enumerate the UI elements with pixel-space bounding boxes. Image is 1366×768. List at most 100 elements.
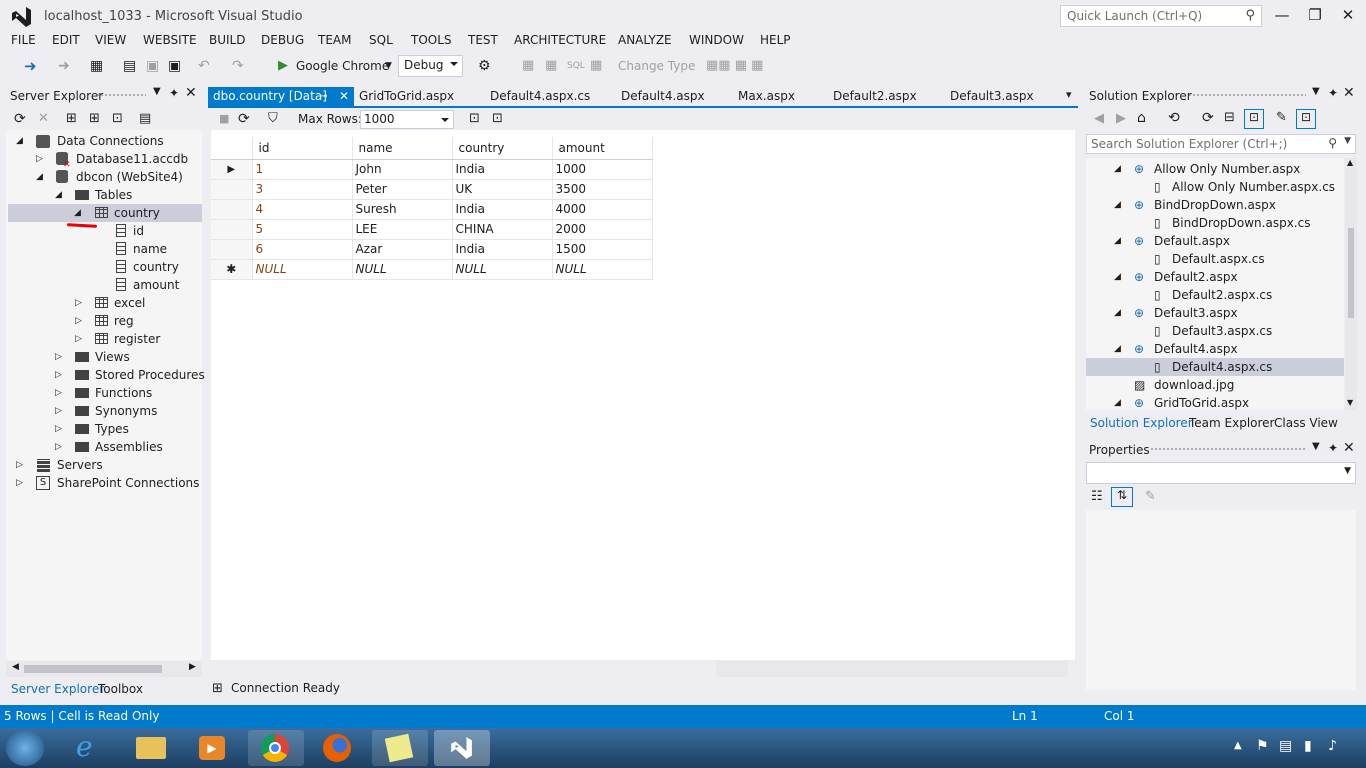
volume-muted-icon[interactable]: ♪ xyxy=(1328,738,1337,754)
tab-gridtogrid[interactable]: GridToGrid.aspx xyxy=(354,87,454,106)
tab-max[interactable]: Max.aspx xyxy=(733,87,795,106)
grid-cell[interactable]: NULL xyxy=(252,259,353,280)
scroll-right-icon[interactable]: ▶ xyxy=(189,662,196,672)
vertical-scrollbar[interactable]: ▲ ▼ xyxy=(1345,158,1357,410)
menu-debug[interactable]: DEBUG xyxy=(261,33,304,47)
show-hidden-icons[interactable]: ▲ xyxy=(1234,740,1242,751)
tree-item-column-id[interactable]: id xyxy=(6,222,202,240)
table-row[interactable]: 4 Suresh India 4000 xyxy=(211,199,653,220)
grid-cell[interactable]: India xyxy=(452,199,553,220)
solution-item[interactable]: ◢ ⊕ GridToGrid.aspx xyxy=(1086,394,1344,410)
collapsed-icon[interactable]: ▷ xyxy=(16,474,23,492)
solution-item[interactable]: ◢ ⊕ Allow Only Number.aspx xyxy=(1086,160,1344,178)
properties-object-dropdown[interactable]: ▼ xyxy=(1086,462,1356,484)
expanded-icon[interactable]: ◢ xyxy=(1114,304,1121,322)
solution-item[interactable]: ◢ ⊕ Default.aspx xyxy=(1086,232,1344,250)
menu-website[interactable]: WEBSITE xyxy=(143,33,197,47)
menu-file[interactable]: FILE xyxy=(11,33,36,47)
show-all-files-icon[interactable]: ⊡ xyxy=(1244,109,1264,129)
expanded-icon[interactable]: ◢ xyxy=(1114,196,1121,214)
collapsed-icon[interactable]: ▷ xyxy=(55,366,62,384)
tree-item-assemblies[interactable]: ▷ Assemblies xyxy=(6,438,202,456)
tab-default4-cs[interactable]: Default4.aspx.cs xyxy=(485,87,590,106)
solution-item[interactable]: ◢ ⊕ Default2.aspx xyxy=(1086,268,1344,286)
pin-icon[interactable]: ⊸ xyxy=(319,87,327,106)
tab-toolbox[interactable]: Toolbox xyxy=(98,682,143,696)
network-icon[interactable]: ▮ xyxy=(1304,738,1312,754)
grid-cell[interactable]: 4000 xyxy=(552,199,653,220)
solution-item[interactable]: ▯ Allow Only Number.aspx.cs xyxy=(1086,178,1344,196)
menu-view[interactable]: VIEW xyxy=(95,33,126,47)
new-row[interactable]: ✱ NULL NULL NULL NULL xyxy=(211,259,653,280)
solution-search-input[interactable]: Search Solution Explorer (Ctrl+;) ⚲ ▼ xyxy=(1086,134,1356,154)
tab-default4[interactable]: Default4.aspx xyxy=(616,87,705,106)
grid-cell[interactable]: UK xyxy=(452,179,553,200)
expanded-icon[interactable]: ◢ xyxy=(36,168,43,186)
chevron-down-icon[interactable]: ▼ xyxy=(153,86,161,97)
alphabetical-icon[interactable]: ⇅ xyxy=(1111,487,1133,507)
tree-item-views[interactable]: ▷ Views xyxy=(6,348,202,366)
horizontal-scrollbar[interactable]: ◀ ▶ xyxy=(6,661,202,677)
tree-item-column-country[interactable]: country xyxy=(6,258,202,276)
max-rows-dropdown[interactable]: 1000 xyxy=(360,110,454,129)
expanded-icon[interactable]: ◢ xyxy=(1114,232,1121,250)
grid-cell[interactable]: 5 xyxy=(252,219,353,240)
collapsed-icon[interactable]: ▷ xyxy=(55,438,62,456)
tab-dbo-country-data[interactable]: dbo.country [Data] ⊸ ✕ xyxy=(208,87,354,108)
expanded-icon[interactable]: ◢ xyxy=(1114,340,1121,358)
grid-horizontal-scrollbar[interactable] xyxy=(716,661,1068,677)
forward-icon[interactable]: ▶ xyxy=(1116,111,1126,126)
connect-database-icon[interactable]: ⊞ xyxy=(66,111,77,126)
current-row-icon[interactable]: ▶ xyxy=(211,159,253,180)
pin-icon[interactable]: ✦ xyxy=(1328,441,1338,455)
menu-window[interactable]: WINDOW xyxy=(689,33,744,47)
close-window-button[interactable]: ✕ xyxy=(1334,4,1362,26)
action-center-icon[interactable]: ⚑ xyxy=(1256,738,1269,754)
close-panel-icon[interactable]: ✕ xyxy=(1343,440,1355,456)
visual-studio-taskbar-icon[interactable] xyxy=(434,730,490,766)
internet-explorer-icon[interactable]: e xyxy=(62,730,118,766)
solution-item[interactable]: ▯ Default2.aspx.cs xyxy=(1086,286,1344,304)
grid-cell[interactable]: India xyxy=(452,159,553,180)
property-pages-icon[interactable]: ✎ xyxy=(1145,489,1156,504)
collapsed-icon[interactable]: ▷ xyxy=(75,294,82,312)
save-all-icon[interactable]: ▣ xyxy=(168,56,181,76)
tree-item-column-name[interactable]: name xyxy=(6,240,202,258)
expanded-icon[interactable]: ◢ xyxy=(1114,160,1121,178)
grid-cell[interactable]: John xyxy=(352,159,453,180)
tab-class-view[interactable]: Class View xyxy=(1274,416,1338,430)
grid-cell[interactable]: 1000 xyxy=(552,159,653,180)
tree-item-types[interactable]: ▷ Types xyxy=(6,420,202,438)
sticky-notes-icon[interactable] xyxy=(372,730,428,766)
menu-test[interactable]: TEST xyxy=(468,33,498,47)
grid-cell[interactable]: NULL xyxy=(452,259,553,280)
firefox-icon[interactable] xyxy=(310,730,366,766)
solution-item[interactable]: ▨ download.jpg xyxy=(1086,376,1344,394)
table-row[interactable]: ▶ 1 John India 1000 xyxy=(211,159,653,180)
quick-launch-input[interactable]: Quick Launch (Ctrl+Q) ⚲ xyxy=(1060,5,1262,27)
tab-overflow-icon[interactable]: ▾ xyxy=(1066,88,1072,101)
tree-item-database11[interactable]: ▷ ✕ Database11.accdb xyxy=(6,150,202,170)
tree-item-stored-procedures[interactable]: ▷ Stored Procedures xyxy=(6,366,205,384)
home-icon[interactable]: ⌂ xyxy=(1137,110,1146,126)
device-icon[interactable]: ▤ xyxy=(1279,738,1292,754)
collapsed-icon[interactable]: ▷ xyxy=(75,312,82,330)
scrollbar-thumb[interactable] xyxy=(1348,228,1354,318)
sync-icon[interactable]: ⟲ xyxy=(1168,110,1180,126)
preview-icon[interactable]: ⊡ xyxy=(1296,109,1316,129)
refresh-data-icon[interactable]: ⟳ xyxy=(238,111,250,127)
expanded-icon[interactable]: ◢ xyxy=(1114,394,1121,410)
collapsed-icon[interactable]: ▷ xyxy=(55,420,62,438)
collapsed-icon[interactable]: ▷ xyxy=(55,402,62,420)
tree-item-servers[interactable]: ▷ Servers xyxy=(6,456,202,474)
chevron-down-icon[interactable]: ▼ xyxy=(1312,441,1320,452)
solution-item[interactable]: ◢ ⊕ Default3.aspx xyxy=(1086,304,1344,322)
forward-icon[interactable]: ➜ xyxy=(58,56,70,76)
pin-icon[interactable]: ✦ xyxy=(1328,86,1338,100)
grid-cell[interactable]: 3500 xyxy=(552,179,653,200)
grid-cell[interactable]: India xyxy=(452,239,553,260)
tab-default2[interactable]: Default2.aspx xyxy=(828,87,917,106)
grid-cell[interactable]: NULL xyxy=(552,259,653,280)
tab-team-explorer[interactable]: Team Explorer xyxy=(1189,416,1275,430)
grid-cell[interactable]: CHINA xyxy=(452,219,553,240)
